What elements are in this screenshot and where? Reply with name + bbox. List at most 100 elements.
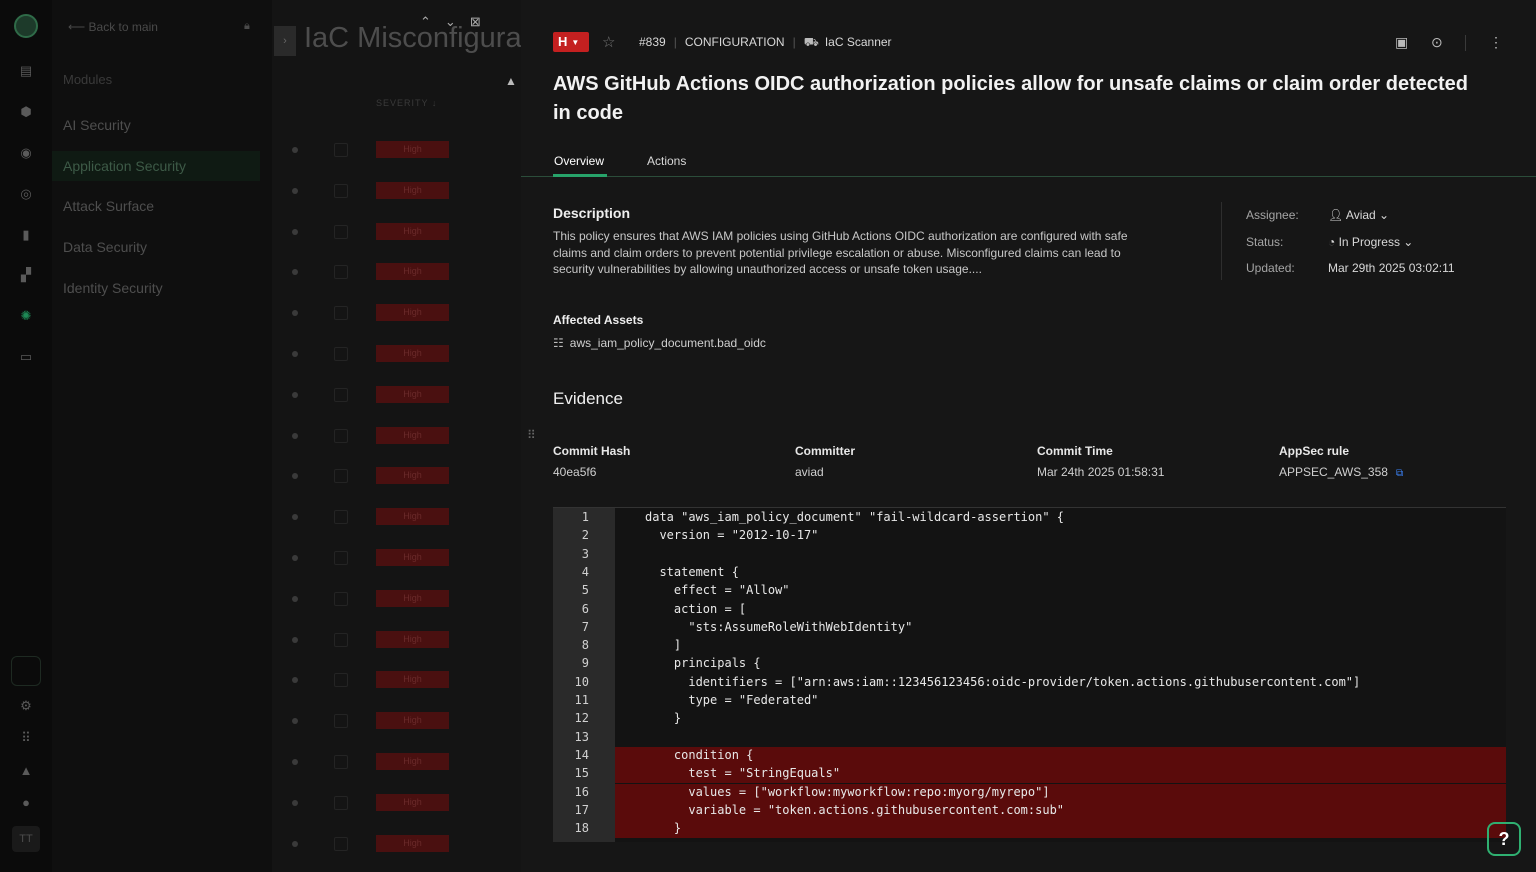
row-checkbox[interactable] bbox=[334, 836, 348, 851]
row-checkbox[interactable] bbox=[334, 714, 348, 729]
row-checkbox[interactable] bbox=[334, 143, 348, 157]
list-item[interactable]: High bbox=[272, 826, 521, 867]
dashboard-icon[interactable]: ▤ bbox=[17, 62, 35, 80]
window-icon[interactable]: ▭ bbox=[17, 348, 35, 366]
list-item[interactable]: High bbox=[272, 744, 521, 785]
bell-icon[interactable]: ▲ bbox=[17, 762, 35, 780]
ai-assistant-icon[interactable] bbox=[11, 656, 41, 686]
commit-hash-field: Commit Hash 40ea5f6 bbox=[553, 444, 631, 479]
collapse-panel-button[interactable]: › bbox=[274, 26, 296, 56]
divider bbox=[1221, 202, 1222, 280]
back-link[interactable]: ⟵ Back to main bbox=[68, 20, 158, 34]
status-dropdown[interactable]: ◔ In Progress ⌄ bbox=[1328, 235, 1413, 249]
drag-handle-icon[interactable]: ⠿ bbox=[527, 428, 536, 442]
assignee-label: Assignee: bbox=[1246, 208, 1299, 222]
help-circle-icon[interactable]: ● bbox=[17, 794, 35, 812]
code-line: 12 } bbox=[553, 710, 1506, 728]
severity-badge: High bbox=[376, 589, 449, 607]
row-checkbox[interactable] bbox=[334, 795, 348, 810]
code-line: 17 variable = "token.actions.githubuserc… bbox=[553, 801, 1506, 821]
users-icon[interactable]: ▞ bbox=[17, 266, 35, 284]
focus-icon[interactable]: ⊙ bbox=[1431, 34, 1443, 51]
chevron-down-icon[interactable]: ⌄ bbox=[445, 14, 470, 29]
list-item[interactable]: High bbox=[272, 132, 521, 173]
list-item[interactable]: High bbox=[272, 499, 521, 540]
line-number: 9 bbox=[581, 656, 589, 671]
list-item[interactable]: High bbox=[272, 662, 521, 703]
tab-overview[interactable]: Overview bbox=[554, 154, 604, 168]
user-avatar[interactable]: TT bbox=[12, 826, 40, 852]
row-checkbox[interactable] bbox=[334, 632, 348, 647]
list-item[interactable]: High bbox=[272, 418, 521, 459]
clipboard-icon[interactable]: ▮ bbox=[17, 226, 35, 244]
target-icon[interactable]: ◎ bbox=[17, 185, 35, 203]
row-checkbox[interactable] bbox=[334, 428, 348, 443]
severity-badge: High bbox=[376, 467, 449, 485]
shield-icon[interactable]: ⬢ bbox=[17, 103, 35, 121]
list-item[interactable]: High bbox=[272, 214, 521, 255]
more-vertical-icon[interactable]: ⋮ bbox=[1489, 34, 1503, 51]
row-checkbox[interactable] bbox=[334, 469, 348, 484]
arrow-left-icon: ⟵ bbox=[68, 20, 89, 34]
row-checkbox[interactable] bbox=[334, 265, 348, 280]
severity-column-header[interactable]: SEVERITY ↓ bbox=[376, 98, 437, 108]
tab-actions[interactable]: Actions bbox=[647, 154, 686, 168]
logo-icon[interactable] bbox=[14, 14, 38, 38]
evidence-heading: Evidence bbox=[553, 389, 623, 408]
severity-badge: High bbox=[376, 834, 449, 852]
finding-category: CONFIGURATION bbox=[684, 35, 785, 49]
row-checkbox[interactable] bbox=[334, 387, 348, 402]
list-item[interactable]: High bbox=[272, 254, 521, 295]
severity-badge: High bbox=[376, 793, 449, 811]
list-item[interactable]: High bbox=[272, 295, 521, 336]
icon-rail: ▤ ⬢ ◉ ◎ ▮ ▞ ✺ ▭ ⚙ ⠿ ▲ ● TT bbox=[0, 0, 52, 872]
list-item[interactable]: High bbox=[272, 377, 521, 418]
row-checkbox[interactable] bbox=[334, 224, 348, 239]
layout-icon[interactable]: ▣ bbox=[1395, 34, 1408, 51]
severity-badge: High bbox=[376, 753, 449, 770]
code-line: 5 effect = "Allow" bbox=[553, 582, 1506, 600]
row-checkbox[interactable] bbox=[334, 755, 348, 769]
list-item[interactable]: High bbox=[272, 785, 521, 826]
warning-icon: ▲ bbox=[505, 74, 517, 88]
code-line: 2 version = "2012-10-17" bbox=[553, 527, 1506, 545]
nav-item-data-security[interactable]: Data Security bbox=[52, 232, 260, 262]
active-tab-indicator bbox=[553, 174, 607, 177]
close-panel-icon[interactable]: ⊠ bbox=[470, 14, 495, 29]
assignee-dropdown[interactable]: 👤︎ Aviad ⌄ bbox=[1328, 208, 1389, 222]
affected-asset-link[interactable]: ☷ aws_iam_policy_document.bad_oidc bbox=[553, 336, 766, 350]
row-checkbox[interactable] bbox=[334, 673, 348, 688]
list-item[interactable]: High bbox=[272, 540, 521, 581]
appsec-rule-link[interactable]: APPSEC_AWS_358 ⧉ bbox=[1279, 465, 1403, 479]
eye-icon[interactable]: ◉ bbox=[17, 144, 35, 162]
lock-icon[interactable]: 🔒︎ bbox=[244, 20, 250, 33]
row-checkbox[interactable] bbox=[334, 183, 348, 198]
status-dot bbox=[292, 555, 298, 561]
list-item[interactable]: High bbox=[272, 336, 521, 377]
line-number: 5 bbox=[581, 583, 589, 598]
row-checkbox[interactable] bbox=[334, 591, 348, 606]
list-item[interactable]: High bbox=[272, 703, 521, 744]
status-dot bbox=[292, 269, 298, 276]
list-item[interactable]: High bbox=[272, 581, 521, 622]
severity-badge[interactable]: H ▼ bbox=[553, 32, 589, 52]
nav-item-application-security[interactable]: Application Security bbox=[52, 151, 260, 181]
nav-item-attack-surface[interactable]: Attack Surface bbox=[52, 191, 260, 221]
row-checkbox[interactable] bbox=[334, 551, 348, 565]
row-checkbox[interactable] bbox=[334, 510, 348, 525]
list-item[interactable]: High bbox=[272, 458, 521, 499]
line-number: 14 bbox=[574, 747, 589, 762]
star-icon[interactable]: ☆ bbox=[602, 33, 615, 51]
bug-icon[interactable]: ✺ bbox=[17, 307, 35, 325]
status-dot bbox=[292, 595, 298, 602]
chevron-up-icon[interactable]: ⌃ bbox=[420, 14, 445, 29]
list-item[interactable]: High bbox=[272, 622, 521, 663]
nav-item-identity-security[interactable]: Identity Security bbox=[52, 273, 260, 303]
help-button[interactable]: ? bbox=[1487, 822, 1521, 856]
nav-item-ai-security[interactable]: AI Security bbox=[52, 110, 260, 140]
apps-grid-icon[interactable]: ⠿ bbox=[17, 729, 35, 747]
list-item[interactable]: High bbox=[272, 173, 521, 214]
row-checkbox[interactable] bbox=[334, 306, 348, 321]
row-checkbox[interactable] bbox=[334, 347, 348, 361]
gear-icon[interactable]: ⚙ bbox=[17, 697, 35, 715]
